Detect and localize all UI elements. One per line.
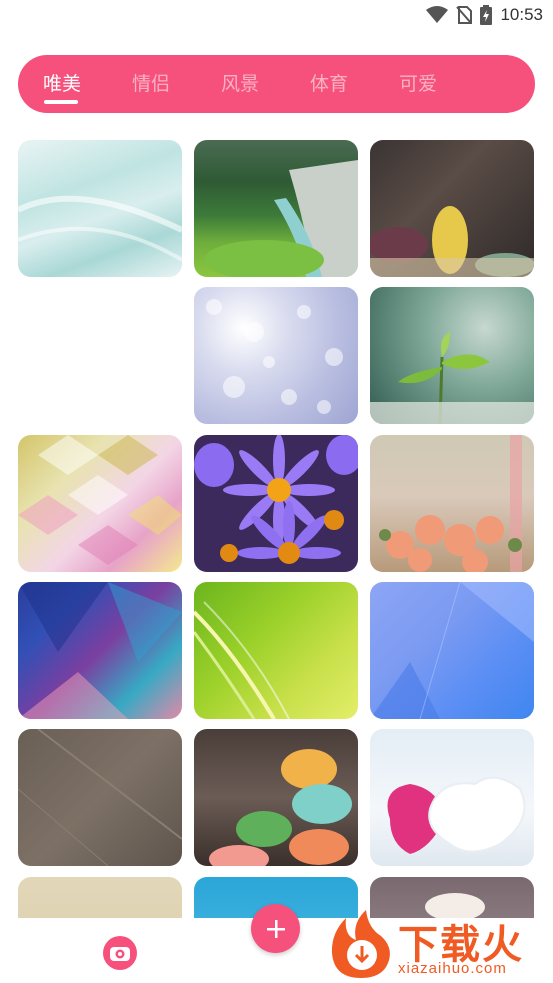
plus-icon — [266, 919, 285, 938]
camera-button[interactable] — [103, 936, 137, 970]
wallpaper-tile[interactable] — [370, 729, 534, 866]
wallpaper-tile[interactable] — [194, 140, 358, 277]
wallpaper-grid — [0, 0, 553, 918]
wallpaper-tile[interactable] — [194, 582, 358, 719]
wallpaper-tile[interactable] — [370, 435, 534, 572]
wallpaper-tile[interactable] — [18, 729, 182, 866]
tab-weimei[interactable]: 唯美 — [32, 55, 92, 113]
wallpaper-tile[interactable] — [194, 287, 358, 424]
watermark-en-text: xiazaihuo.com — [398, 960, 507, 977]
camera-icon — [110, 947, 130, 961]
wallpaper-tile[interactable] — [18, 877, 182, 918]
wallpaper-tile[interactable] — [370, 140, 534, 277]
wallpaper-tile[interactable] — [18, 435, 182, 572]
tab-cute[interactable]: 可爱 — [388, 55, 448, 113]
add-button[interactable] — [251, 904, 300, 953]
tab-sports[interactable]: 体育 — [299, 55, 359, 113]
wallpaper-tile[interactable] — [194, 729, 358, 866]
wallpaper-tile[interactable] — [18, 140, 182, 277]
watermark: 下载火 xiazaihuo.com — [326, 908, 553, 983]
tab-scenery[interactable]: 风景 — [210, 55, 270, 113]
wallpaper-tile[interactable] — [18, 582, 182, 719]
wallpaper-tile[interactable] — [194, 435, 358, 572]
active-tab-indicator — [44, 100, 78, 104]
wallpaper-tile[interactable] — [370, 287, 534, 424]
category-tab-bar: 唯美 情侣 风景 体育 可爱 — [18, 55, 535, 113]
flame-logo-icon — [331, 910, 390, 978]
wallpaper-tile[interactable] — [370, 582, 534, 719]
tab-couple[interactable]: 情侣 — [121, 55, 181, 113]
